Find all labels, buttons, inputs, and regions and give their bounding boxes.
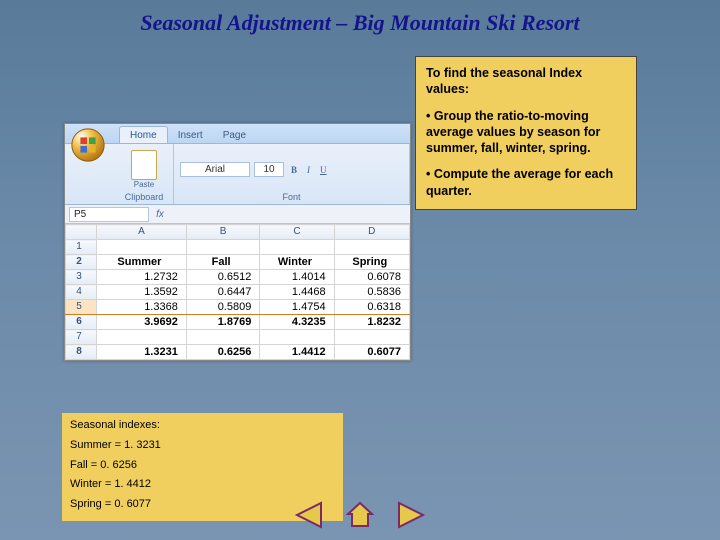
table-row[interactable]: 7 — [66, 330, 410, 345]
spreadsheet-grid[interactable]: A B C D 1 2 Summer Fall Winter Spring 3 … — [65, 224, 410, 360]
next-button[interactable] — [395, 500, 429, 530]
tab-home[interactable]: Home — [119, 126, 168, 143]
cell[interactable]: 0.6318 — [334, 300, 409, 315]
cell[interactable]: 1.3368 — [97, 300, 187, 315]
row-head[interactable]: 8 — [66, 345, 97, 360]
paste-label: Paste — [131, 180, 157, 189]
cell[interactable]: 0.6512 — [186, 270, 260, 285]
page-title: Seasonal Adjustment – Big Mountain Ski R… — [0, 10, 720, 36]
table-row[interactable]: 4 1.3592 0.6447 1.4468 0.5836 — [66, 285, 410, 300]
cell[interactable]: 0.5809 — [186, 300, 260, 315]
row-head[interactable]: 4 — [66, 285, 97, 300]
cell[interactable]: 1.3231 — [97, 345, 187, 360]
row-head[interactable]: 7 — [66, 330, 97, 345]
bold-button[interactable]: B — [288, 165, 300, 175]
table-row[interactable]: 6 3.9692 1.8769 4.3235 1.8232 — [66, 315, 410, 330]
callout-heading: To find the seasonal Index values: — [426, 66, 582, 96]
row-head[interactable]: 6 — [66, 315, 97, 330]
font-size-selector[interactable]: 10 — [254, 162, 284, 177]
tab-insert[interactable]: Insert — [168, 127, 213, 143]
group-clipboard-label: Clipboard — [121, 192, 167, 202]
table-row[interactable]: 1 — [66, 240, 410, 255]
callout-bullet-1: • Group the ratio-to-moving average valu… — [426, 109, 600, 156]
group-font-label: Font — [180, 192, 403, 202]
excel-window: Home Insert Page Paste Clipboard Arial 1… — [64, 123, 411, 361]
home-button[interactable] — [343, 500, 377, 530]
tab-page-layout[interactable]: Page — [213, 127, 256, 143]
table-row[interactable]: 8 1.3231 0.6256 1.4412 0.6077 — [66, 345, 410, 360]
cell[interactable]: 1.4412 — [260, 345, 334, 360]
index-summer: Summer = 1. 3231 — [70, 436, 335, 456]
cell[interactable]: 0.5836 — [334, 285, 409, 300]
cell[interactable]: 1.4468 — [260, 285, 334, 300]
underline-button[interactable]: U — [317, 165, 330, 175]
cell[interactable]: 1.4754 — [260, 300, 334, 315]
indexes-heading: Seasonal indexes: — [70, 416, 335, 436]
cell[interactable]: 4.3235 — [260, 315, 334, 330]
italic-button[interactable]: I — [304, 165, 313, 175]
cell[interactable]: 3.9692 — [97, 315, 187, 330]
slide-nav — [0, 500, 720, 530]
paste-button[interactable]: Paste — [131, 150, 157, 189]
cell[interactable]: Fall — [186, 255, 260, 270]
cell[interactable]: 0.6447 — [186, 285, 260, 300]
font-name-selector[interactable]: Arial — [180, 162, 250, 177]
column-headers: A B C D — [66, 225, 410, 240]
cell[interactable]: 0.6256 — [186, 345, 260, 360]
row-head[interactable]: 3 — [66, 270, 97, 285]
index-fall: Fall = 0. 6256 — [70, 456, 335, 476]
cell[interactable]: Spring — [334, 255, 409, 270]
fx-icon[interactable]: fx — [153, 209, 167, 220]
row-head[interactable]: 5 — [66, 300, 97, 315]
cell[interactable]: 1.8232 — [334, 315, 409, 330]
col-b[interactable]: B — [186, 225, 260, 240]
table-row[interactable]: 3 1.2732 0.6512 1.4014 0.6078 — [66, 270, 410, 285]
cell[interactable]: Winter — [260, 255, 334, 270]
slide: Seasonal Adjustment – Big Mountain Ski R… — [0, 0, 720, 540]
table-row[interactable]: 5 1.3368 0.5809 1.4754 0.6318 — [66, 300, 410, 315]
col-c[interactable]: C — [260, 225, 334, 240]
cell[interactable]: 1.2732 — [97, 270, 187, 285]
prev-button[interactable] — [291, 500, 325, 530]
office-button[interactable] — [69, 126, 109, 164]
index-winter: Winter = 1. 4412 — [70, 475, 335, 495]
table-row[interactable]: 2 Summer Fall Winter Spring — [66, 255, 410, 270]
ribbon-tabs: Home Insert Page — [65, 124, 410, 144]
cell[interactable]: Summer — [97, 255, 187, 270]
cell[interactable]: 0.6078 — [334, 270, 409, 285]
row-head[interactable]: 1 — [66, 240, 97, 255]
cell[interactable]: 1.8769 — [186, 315, 260, 330]
clipboard-icon — [131, 150, 157, 180]
ribbon: Paste Clipboard Arial 10 B I U Font — [65, 144, 410, 205]
cell[interactable]: 0.6077 — [334, 345, 409, 360]
col-a[interactable]: A — [97, 225, 187, 240]
row-head[interactable]: 2 — [66, 255, 97, 270]
select-all-corner[interactable] — [66, 225, 97, 240]
callout-bullet-2: • Compute the average for each quarter. — [426, 167, 613, 197]
name-box[interactable]: P5 — [69, 207, 149, 222]
formula-bar: P5 fx — [65, 205, 410, 224]
col-d[interactable]: D — [334, 225, 409, 240]
seasonal-index-steps-callout: To find the seasonal Index values: • Gro… — [415, 56, 637, 210]
cell[interactable]: 1.4014 — [260, 270, 334, 285]
cell[interactable]: 1.3592 — [97, 285, 187, 300]
